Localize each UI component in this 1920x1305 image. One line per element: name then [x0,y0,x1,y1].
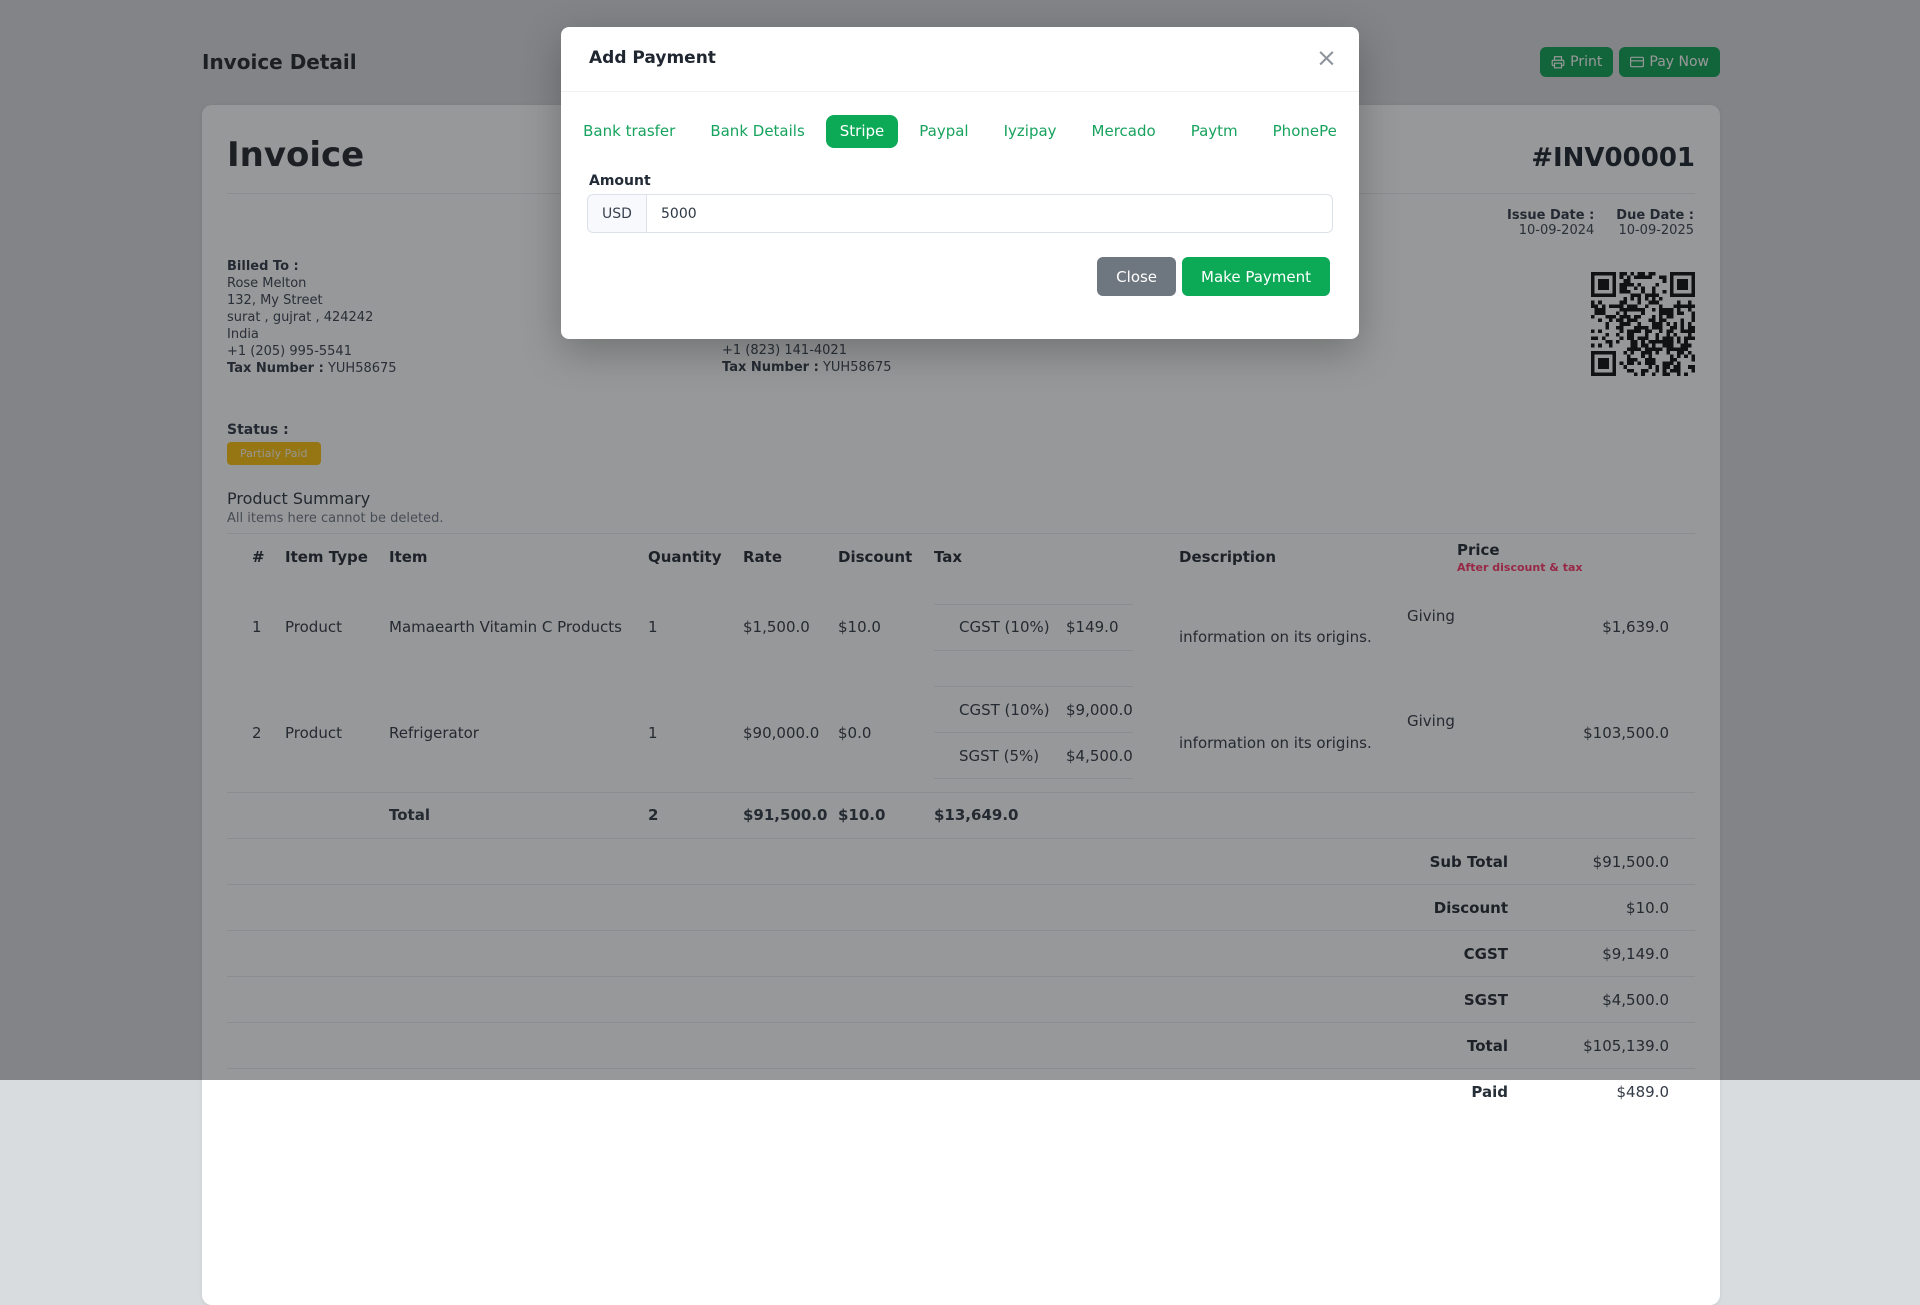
tab-stripe[interactable]: Stripe [826,115,899,148]
tab-bank-transfer[interactable]: Bank trasfer [569,115,689,148]
tab-phonepe[interactable]: PhonePe [1259,115,1351,148]
amount-label: Amount [589,173,1359,189]
tab-paypal[interactable]: Paypal [905,115,982,148]
tab-iyzipay[interactable]: Iyzipay [990,115,1071,148]
close-icon[interactable]: × [1316,40,1337,76]
add-payment-modal: Add Payment × Bank trasfer Bank Details … [561,27,1359,339]
amount-input[interactable] [646,194,1333,233]
modal-title: Add Payment [589,48,716,68]
currency-prefix: USD [587,194,646,233]
tab-bank-details[interactable]: Bank Details [696,115,818,148]
make-payment-button[interactable]: Make Payment [1182,257,1330,296]
amount-input-group: USD [587,194,1333,233]
tab-mercado[interactable]: Mercado [1078,115,1170,148]
close-button[interactable]: Close [1097,257,1176,296]
modal-footer: Close Make Payment [561,257,1330,296]
modal-header: Add Payment × [561,27,1359,92]
tab-paytm[interactable]: Paytm [1177,115,1252,148]
payment-method-tabs: Bank trasfer Bank Details Stripe Paypal … [561,115,1359,148]
